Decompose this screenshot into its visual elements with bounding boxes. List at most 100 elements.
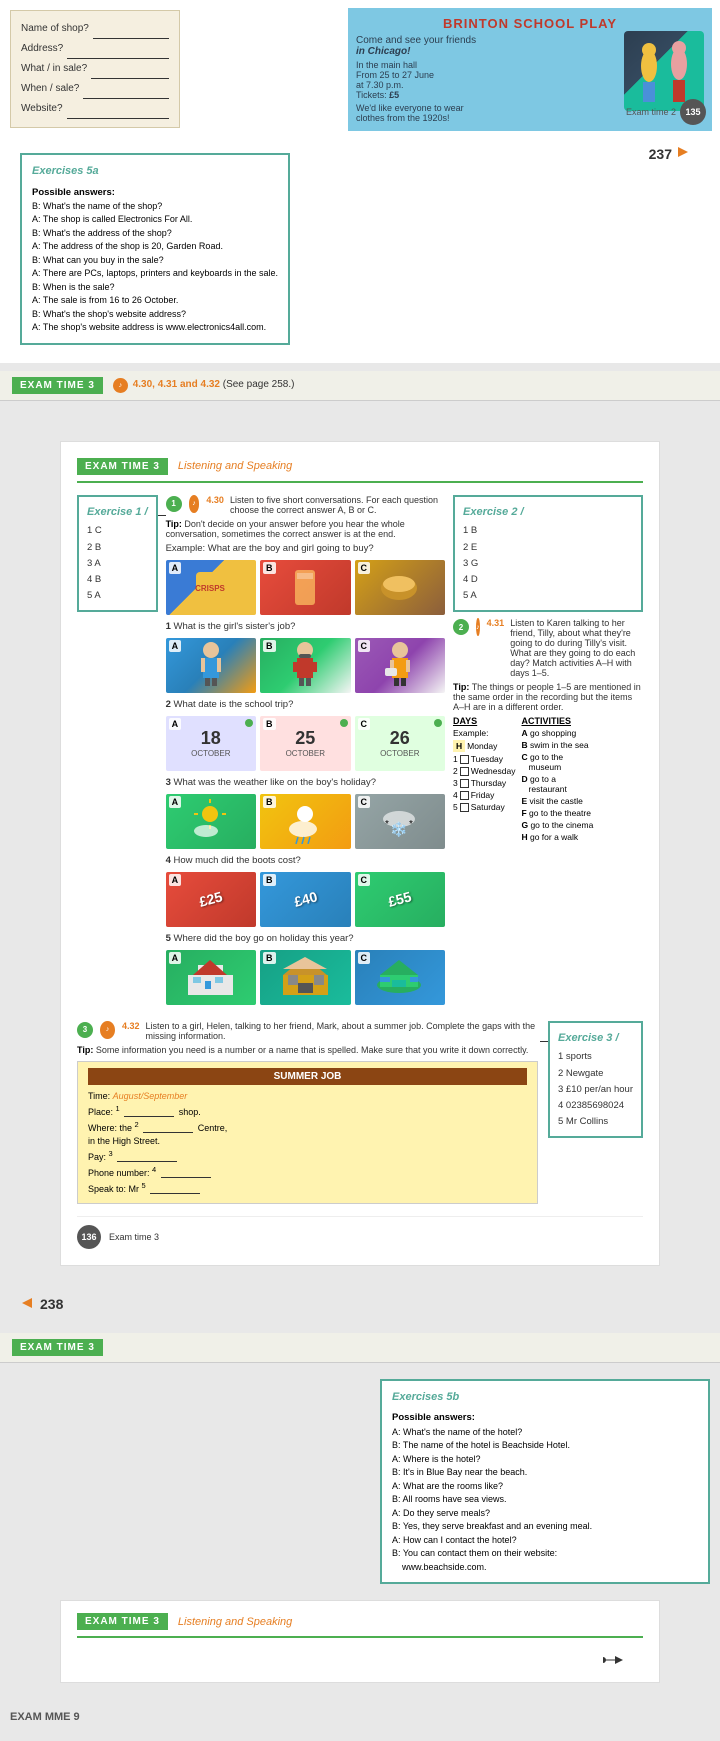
q4-choice-a: A bbox=[169, 874, 182, 886]
svg-text:*: * bbox=[385, 819, 389, 830]
sj-where-label: Where: the bbox=[88, 1123, 135, 1133]
ex1-number-circle: 1 bbox=[166, 496, 182, 512]
poster-dates: From 25 to 27 June bbox=[356, 70, 618, 80]
checkbox-2 bbox=[460, 767, 469, 776]
poster: BRINTON SCHOOL PLAY Come and see your fr… bbox=[348, 8, 712, 131]
day-name-2: Wednesday bbox=[471, 766, 516, 776]
day-num-2: 2 bbox=[453, 766, 458, 776]
footer-label: Exam time 3 bbox=[109, 1232, 159, 1242]
q3-choice-a: A bbox=[169, 796, 182, 808]
exercise2-content: 2 ♪ 4.31 Listen to Karen talking to her … bbox=[453, 618, 643, 1011]
field-name-address: Address? bbox=[21, 39, 63, 59]
qa-b3: B: What can you buy in the sale? bbox=[32, 254, 278, 268]
qa-a2: A: The address of the shop is 20, Garden… bbox=[32, 240, 278, 254]
card-subtitle: Listening and Speaking bbox=[178, 460, 292, 472]
exercises5a-title: Exercises 5a bbox=[32, 163, 278, 181]
q3-img-c: C ❄️ * * bbox=[355, 794, 445, 849]
card-footer: 136 Exam time 3 bbox=[77, 1216, 643, 1249]
ex3-item-3: 3 £10 per/an hour bbox=[558, 1082, 633, 1098]
ex3-instruction-text: Listen to a girl, Helen, talking to her … bbox=[145, 1021, 538, 1041]
exercise1-sidebar: Exercise 1 / 1 C 2 B 3 A 4 B 5 A bbox=[77, 495, 158, 612]
ex2-item-4: 4 D bbox=[463, 572, 633, 588]
q4-img-a: A £25 bbox=[166, 872, 256, 927]
qa-a4: A: The sale is from 16 to 26 October. bbox=[32, 294, 278, 308]
q2-choice-b: B bbox=[263, 718, 276, 730]
date-c-dot bbox=[434, 719, 442, 727]
sj-place-sup: 1 bbox=[116, 1104, 120, 1113]
audio-icon: ♪ bbox=[113, 378, 128, 393]
svg-text:*: * bbox=[409, 819, 413, 830]
connector-arrow-icon bbox=[603, 1650, 623, 1670]
sj-pay-label: Pay: bbox=[88, 1152, 109, 1162]
ex1-tip: Tip: Don't decide on your answer before … bbox=[166, 519, 445, 539]
field-name-shop: Name of shop? bbox=[21, 19, 89, 39]
arrow-right-237 bbox=[676, 145, 690, 162]
exam-badge-bottom: EXAM TIME 3 bbox=[12, 1339, 103, 1356]
ex1-instruction-row: 1 ♪ 4.30 Listen to five short conversati… bbox=[166, 495, 445, 515]
ex3-item-4: 4 02385698024 bbox=[558, 1098, 633, 1114]
q3-img-a: A bbox=[166, 794, 256, 849]
ex3-item-5: 5 Mr Collins bbox=[558, 1114, 633, 1130]
exercise2-area: Exercise 2 / 1 B 2 E 3 G 4 D 5 A 2 ♪ 4.3… bbox=[453, 495, 643, 1011]
field-blank-address bbox=[67, 39, 169, 59]
qa-b2: B: What's the address of the shop? bbox=[32, 227, 278, 241]
qa-b4: B: When is the sale? bbox=[32, 281, 278, 295]
holiday-b-icon bbox=[278, 955, 333, 1000]
ex1-example: Example: What are the boy and girl going… bbox=[166, 543, 445, 554]
form-line-address: Address? bbox=[21, 39, 169, 59]
date-b-num: 25 bbox=[295, 728, 315, 749]
ex2-instruction-text: Listen to Karen talking to her friend, T… bbox=[510, 618, 643, 678]
ex1-item-3: 3 A bbox=[87, 556, 148, 572]
audio-badge-431: ♪ bbox=[476, 618, 480, 636]
sj-where: Where: the 2 Centre, bbox=[88, 1120, 527, 1133]
q3-choice-c: C bbox=[358, 796, 371, 808]
q1-img-a: A bbox=[166, 638, 256, 693]
crisps-icon: CRISPS bbox=[188, 567, 233, 607]
exercise3-content: 3 ♪ 4.32 Listen to a girl, Helen, talkin… bbox=[77, 1021, 538, 1204]
exercises-row-top: Exercise 1 / 1 C 2 B 3 A 4 B 5 A 1 ♪ 4.3… bbox=[77, 495, 643, 1011]
day-num-5: 5 bbox=[453, 802, 458, 812]
q1-choice-b: B bbox=[263, 640, 276, 652]
exercises5a-section: Exercises 5a Possible answers: B: What's… bbox=[0, 139, 720, 363]
page-num-237: 237 bbox=[649, 146, 672, 162]
example-day-val: H Monday bbox=[453, 740, 515, 752]
day-item-2: 2 Wednesday bbox=[453, 766, 515, 776]
q5-choice-a: A bbox=[169, 952, 182, 964]
form-line-website: Website? bbox=[21, 99, 169, 119]
day-num-4: 4 bbox=[453, 790, 458, 800]
q4-num: 4 bbox=[166, 855, 171, 866]
exercises5a-box: Exercises 5a Possible answers: B: What's… bbox=[20, 153, 290, 345]
q2-num: 2 bbox=[166, 699, 171, 710]
poster-dress: We'd like everyone to wearclothes from t… bbox=[356, 103, 618, 123]
date-b: 25 OCTOBER bbox=[286, 728, 325, 758]
q2-images: A 18 OCTOBER B 25 OCTOBER bbox=[166, 716, 445, 771]
sj-pay-blank bbox=[117, 1161, 177, 1162]
ex2-item-1: 1 B bbox=[463, 523, 633, 539]
bottom-card-badge: EXAM TIME 3 bbox=[77, 1613, 168, 1630]
qa-b5: B: What's the shop's website address? bbox=[32, 308, 278, 322]
choice-label-a: A bbox=[169, 562, 182, 574]
ex5b-qa7: A: Do they serve meals? bbox=[392, 1507, 698, 1521]
top-section: Name of shop? Address? What / in sale? W… bbox=[0, 0, 720, 139]
q2-img-b: B 25 OCTOBER bbox=[260, 716, 350, 771]
ex1-item-1: 1 C bbox=[87, 523, 148, 539]
ex5b-qa5: A: What are the rooms like? bbox=[392, 1480, 698, 1494]
q4-choice-b: B bbox=[263, 874, 276, 886]
q2-choice-c: C bbox=[358, 718, 371, 730]
weather-c-icon: ❄️ * * bbox=[377, 799, 422, 844]
spacer-bottom2 bbox=[0, 1584, 720, 1600]
ex2-number-circle: 2 bbox=[453, 619, 469, 635]
ex5b-qa4: B: It's in Blue Bay near the beach. bbox=[392, 1466, 698, 1480]
ex1-item-5: 5 A bbox=[87, 588, 148, 604]
field-blank-shop bbox=[93, 19, 169, 39]
poster-price: £5 bbox=[389, 90, 399, 100]
act-c: C go to the museum bbox=[521, 752, 593, 772]
audio-num-431: 4.31 bbox=[487, 618, 505, 628]
q2-img-c: C 26 OCTOBER bbox=[355, 716, 445, 771]
page238-area: 238 bbox=[0, 1286, 720, 1323]
holiday-c-icon bbox=[372, 955, 427, 1000]
poster-tagline: Come and see your friends bbox=[356, 35, 618, 46]
img-choice-a-example: A CRISPS bbox=[166, 560, 256, 615]
footer-page-circle: 136 bbox=[77, 1225, 101, 1249]
connector-3 bbox=[540, 1041, 548, 1042]
